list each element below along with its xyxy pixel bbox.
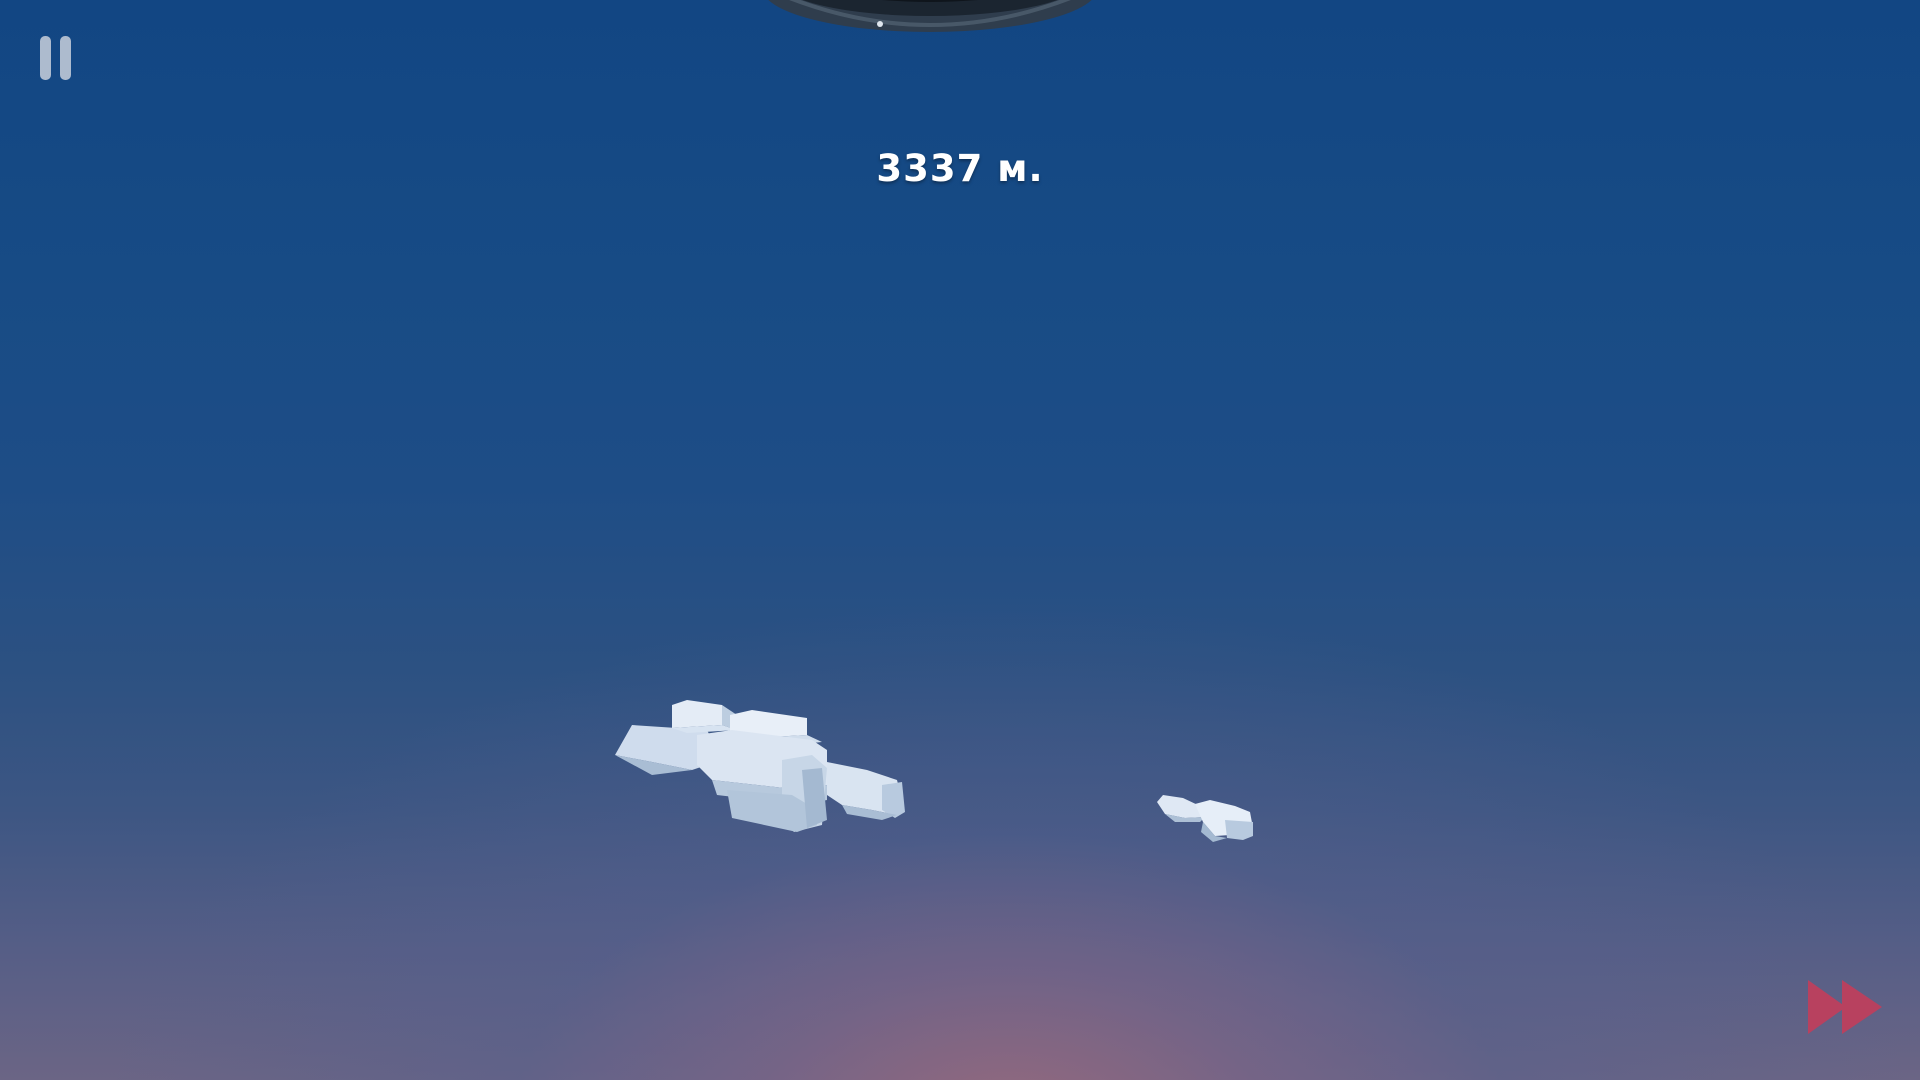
pause-icon-bar-right <box>60 36 71 80</box>
vehicle-hull <box>768 0 1092 32</box>
pause-icon-bar-left <box>40 36 51 80</box>
pause-button[interactable] <box>36 32 82 84</box>
cloud-large <box>615 700 905 832</box>
fast-forward-icon <box>1808 980 1882 1034</box>
game-scene: 3337 м. <box>0 0 1920 1080</box>
fast-forward-button[interactable] <box>1806 976 1886 1038</box>
cloud-small <box>1157 795 1253 842</box>
distance-counter: 3337 м. <box>876 147 1044 190</box>
